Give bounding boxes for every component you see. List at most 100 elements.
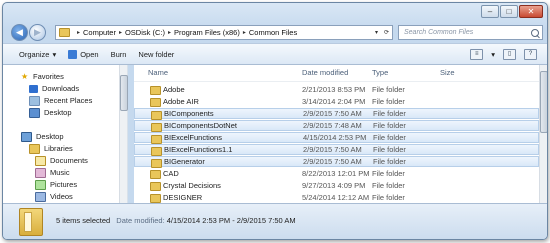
search-icon[interactable] [531,28,539,37]
file-name: BIComponents [164,109,214,118]
documents-icon [35,155,46,166]
file-date: 2/9/2015 7:50 AM [303,157,362,166]
folder-icon [151,123,162,132]
search-box[interactable]: Search Common Files [398,25,543,40]
breadcrumb-program-files[interactable]: Program Files (x86) [174,28,240,37]
refresh-icon[interactable]: ⟳ [384,29,389,36]
file-row[interactable]: BIComponentsDotNet 2/9/2015 7:48 AM File f… [134,120,539,132]
nav-label: Desktop [36,132,64,141]
file-name: Adobe [163,85,185,94]
minimize-button[interactable]: – [481,5,499,18]
file-list: Name Date modified Type Size Adobe 2/21/2… [134,65,547,203]
chevron-right-icon[interactable]: ▸ [77,29,80,36]
scrollbar-thumb[interactable] [540,71,547,133]
organize-button[interactable]: Organize ▾ [19,50,56,59]
file-type: File folder [373,121,406,130]
file-row[interactable]: BIGenerator 2/9/2015 7:50 AM File folder [134,156,539,168]
file-row[interactable]: DESIGNER 5/24/2014 12:12 AM File folder [134,192,539,203]
music-icon [35,167,46,178]
nav-scrollbar[interactable] [119,65,128,203]
nav-recent-places[interactable]: Recent Places [29,95,92,106]
nav-favorites[interactable]: ★ Favorites [21,71,64,82]
new-folder-label: New folder [138,49,175,59]
file-list-scrollbar[interactable] [539,65,547,203]
file-date: 5/24/2014 12:12 AM [302,193,370,202]
file-row[interactable]: BIExcelFunctions 4/15/2014 2:53 PM File fo… [134,132,539,144]
file-name: BIExcelFunctions [164,133,222,142]
column-header-name[interactable]: Name [148,68,168,77]
explorer-window: – □ ✕ ◀ ▶ ▸ Computer ▸ OSDisk (C:) ▸ Pro… [2,2,548,240]
nav-desktop[interactable]: Desktop [21,131,64,142]
file-date: 4/15/2014 2:53 PM [303,133,367,142]
file-type: File folder [373,109,406,118]
address-bar[interactable]: ▸ Computer ▸ OSDisk (C:) ▸ Program Files… [55,25,393,40]
column-header-type[interactable]: Type [372,68,388,77]
libraries-icon [29,143,40,154]
file-name: CAD [163,169,179,178]
nav-desktop-favorite[interactable]: Desktop [29,107,72,118]
view-options-icon[interactable]: ≡ [470,48,484,60]
burn-button[interactable]: Burn [111,50,127,59]
search-input[interactable]: Search Common Files [404,29,473,36]
file-type: File folder [372,169,405,178]
maximize-button[interactable]: □ [500,5,518,18]
nav-pictures[interactable]: Pictures [35,179,77,190]
nav-label: Favorites [33,72,64,81]
file-row[interactable]: Adobe AIR 3/14/2014 2:04 PM File folder [134,96,539,107]
organize-label: Organize [19,49,50,59]
nav-music[interactable]: Music [35,167,70,178]
file-row[interactable]: Adobe 2/21/2013 8:53 PM File folder [134,84,539,95]
nav-label: Pictures [50,180,78,189]
navigation-pane: ★ Favorites Downloads Recent Places Desk… [3,65,128,203]
breadcrumb-osdisk[interactable]: OSDisk (C:) [125,28,165,37]
file-date: 3/14/2014 2:04 PM [302,97,366,106]
breadcrumb-common-files[interactable]: Common Files [249,28,297,37]
file-name: BIGenerator [164,157,205,166]
column-header-date[interactable]: Date modified [302,68,348,77]
column-header-size[interactable]: Size [440,68,455,77]
folder-icon [59,28,70,37]
file-type: File folder [373,133,406,142]
close-button[interactable]: ✕ [519,5,543,18]
folder-icon [150,86,161,95]
forward-button[interactable]: ▶ [29,24,46,41]
desktop-icon [21,131,32,142]
folder-icon [150,170,161,179]
chevron-right-icon[interactable]: ▸ [243,29,246,36]
nav-label: Libraries [44,144,73,153]
details-summary: 5 items selected Date modified: 4/15/201… [56,216,296,225]
file-row[interactable]: Crystal Decisions 9/27/2013 4:09 PM File f… [134,180,539,191]
nav-videos[interactable]: Videos [35,191,73,202]
preview-pane-icon[interactable]: ▯ [503,48,516,60]
chevron-down-icon[interactable]: ▾ [491,50,495,59]
folder-icon [150,182,161,191]
file-type: File folder [373,157,406,166]
help-icon[interactable]: ? [524,48,537,60]
folder-icon [150,194,161,203]
file-date: 8/22/2013 12:01 PM [302,169,370,178]
file-row[interactable]: BIExcelFunctions1.1 2/9/2015 7:50 AM File … [134,144,539,156]
chevron-down-icon[interactable]: ▾ [375,29,378,36]
desktop-icon [29,107,40,118]
nav-documents[interactable]: Documents [35,155,88,166]
scrollbar-thumb[interactable] [120,75,128,111]
file-date: 2/21/2013 8:53 PM [302,85,366,94]
chevron-right-icon[interactable]: ▸ [119,29,122,36]
date-modified-range: 4/15/2014 2:53 PM - 2/9/2015 7:50 AM [166,216,296,225]
nav-downloads[interactable]: Downloads [29,83,79,94]
file-row[interactable]: BIComponents 2/9/2015 7:50 AM File folder [134,108,539,120]
folder-icon [151,147,162,156]
nav-label: Downloads [42,84,80,93]
new-folder-button[interactable]: New folder [138,50,174,59]
file-type: File folder [373,145,406,154]
file-row[interactable]: CAD 8/22/2013 12:01 PM File folder [134,168,539,179]
breadcrumb-computer[interactable]: Computer [83,28,116,37]
recent-places-icon [29,95,40,106]
back-button[interactable]: ◀ [11,24,28,41]
videos-icon [35,191,46,202]
open-button[interactable]: Open [68,49,99,59]
file-date: 2/9/2015 7:48 AM [303,121,362,130]
nav-libraries[interactable]: Libraries [29,143,73,154]
nav-label: Music [50,168,70,177]
chevron-right-icon[interactable]: ▸ [168,29,171,36]
